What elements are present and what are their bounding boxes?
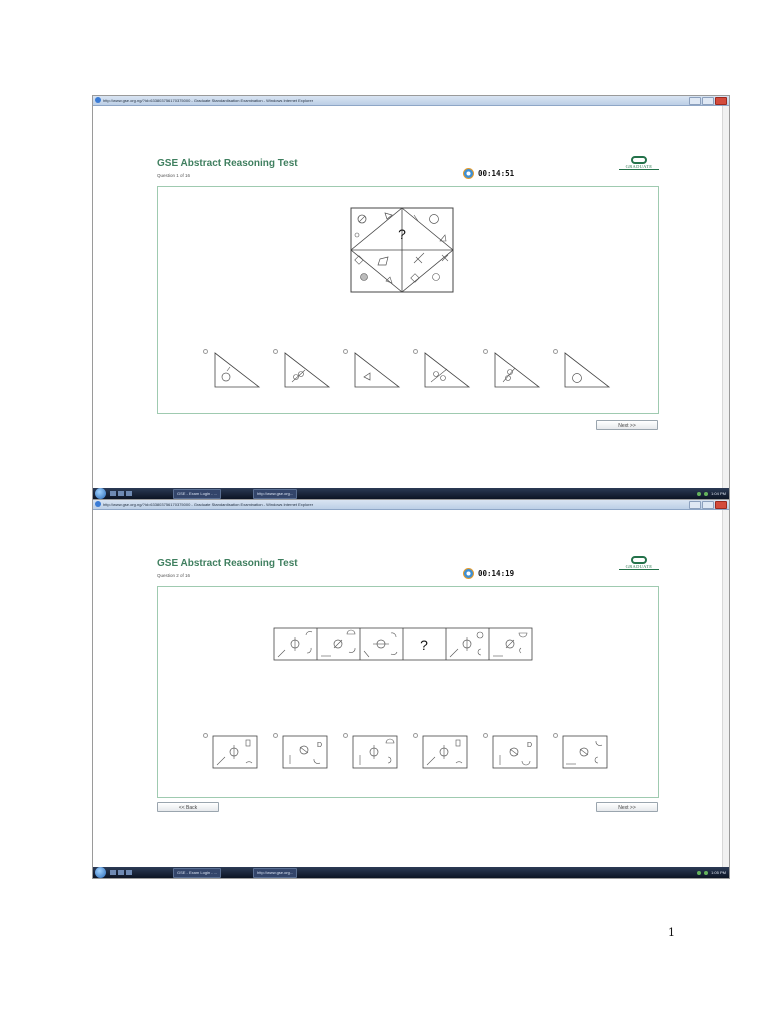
timer-value: 00:14:51 [478, 169, 515, 178]
answer-radio-4[interactable] [413, 349, 418, 354]
ie-icon [95, 501, 101, 507]
app-title: GSE Abstract Reasoning Test [157, 158, 298, 169]
page-number: 1 [668, 926, 675, 939]
gse-logo: GRADUATE [619, 556, 659, 570]
minimize-button[interactable] [689, 501, 701, 509]
network-icon[interactable] [697, 870, 702, 875]
show-desktop-icon[interactable] [110, 491, 116, 496]
screenshot-question-2: http://www.gse.org.ng/?id=63380375617037… [92, 499, 730, 879]
back-button[interactable]: << Back [157, 802, 219, 812]
ie-icon [95, 97, 101, 103]
puzzle-figure: ? [350, 207, 454, 293]
timer: 00:14:19 [463, 568, 514, 579]
answer-radio-3[interactable] [343, 733, 348, 738]
answer-figure-5: D [492, 735, 538, 769]
answer-figure-2: D [282, 735, 328, 769]
answer-radio-2[interactable] [273, 733, 278, 738]
close-button[interactable] [715, 501, 727, 509]
answer-radio-2[interactable] [273, 349, 278, 354]
volume-icon[interactable] [704, 491, 709, 496]
quick-launch [110, 870, 132, 875]
start-button[interactable] [95, 488, 106, 499]
gse-logo-text: GRADUATE [619, 164, 659, 170]
screenshot-question-1: http://www.gse.org.ng/?id=63380375617037… [92, 95, 730, 500]
volume-icon[interactable] [704, 870, 709, 875]
switch-windows-icon[interactable] [118, 491, 124, 496]
ie-quicklaunch-icon[interactable] [126, 491, 132, 496]
browser-title-bar: http://www.gse.org.ng/?id=63380375617037… [93, 96, 729, 106]
switch-windows-icon[interactable] [118, 870, 124, 875]
answer-figure-1 [214, 352, 261, 388]
question-mark: ? [420, 637, 428, 653]
answer-radio-3[interactable] [343, 349, 348, 354]
window-controls [689, 97, 727, 105]
question-counter: Question 2 of 16 [157, 573, 191, 578]
question-counter: Question 1 of 16 [157, 173, 191, 178]
answer-figure-5 [494, 352, 541, 388]
answer-figure-4 [424, 352, 471, 388]
gse-logo-mark [631, 156, 647, 164]
windows-taskbar: GSE - Exam Login - ... http://www.gse.or… [93, 867, 729, 878]
app-title: GSE Abstract Reasoning Test [157, 558, 298, 569]
close-button[interactable] [715, 97, 727, 105]
timer-value: 00:14:19 [478, 569, 515, 578]
quick-launch [110, 491, 132, 496]
network-icon[interactable] [697, 491, 702, 496]
next-button[interactable]: Next >> [596, 420, 658, 430]
gse-logo-text: GRADUATE [619, 564, 659, 570]
browser-title: http://www.gse.org.ng/?id=63380375617037… [103, 502, 314, 507]
svg-text:D: D [317, 742, 322, 749]
answer-figure-1 [212, 735, 258, 769]
answer-radio-5[interactable] [483, 733, 488, 738]
system-tray: 1:05 PM [697, 867, 726, 878]
timer: 00:14:51 [463, 168, 514, 179]
answer-figure-6 [564, 352, 611, 388]
answer-radio-6[interactable] [553, 733, 558, 738]
browser-title-bar: http://www.gse.org.ng/?id=63380375617037… [93, 500, 729, 510]
answer-radio-1[interactable] [203, 349, 208, 354]
browser-title: http://www.gse.org.ng/?id=63380375617037… [103, 98, 314, 103]
sequence-figure: ? [273, 627, 533, 661]
tray-clock[interactable]: 1:05 PM [711, 867, 726, 878]
show-desktop-icon[interactable] [110, 870, 116, 875]
gse-logo: GRADUATE [619, 156, 659, 170]
answer-figure-3 [352, 735, 398, 769]
question-panel: ? [157, 186, 659, 414]
answer-radio-4[interactable] [413, 733, 418, 738]
answer-radio-1[interactable] [203, 733, 208, 738]
clock-icon [463, 168, 474, 179]
answer-figure-6 [562, 735, 608, 769]
taskbar-button-exam-login[interactable]: GSE - Exam Login - ... [173, 489, 222, 499]
taskbar-button-exam-login[interactable]: GSE - Exam Login - ... [173, 868, 222, 878]
question-panel: ? [157, 586, 659, 798]
answer-figure-4 [422, 735, 468, 769]
next-button[interactable]: Next >> [596, 802, 658, 812]
vertical-scrollbar[interactable] [722, 510, 729, 867]
maximize-button[interactable] [702, 97, 714, 105]
vertical-scrollbar[interactable] [722, 106, 729, 488]
taskbar-button-gse-site[interactable]: http://www.gse.org... [253, 868, 298, 878]
tray-clock[interactable]: 1:04 PM [711, 488, 726, 499]
taskbar-button-gse-site[interactable]: http://www.gse.org... [253, 489, 298, 499]
maximize-button[interactable] [702, 501, 714, 509]
window-controls [689, 501, 727, 509]
windows-taskbar: GSE - Exam Login - ... http://www.gse.or… [93, 488, 729, 499]
answer-radio-5[interactable] [483, 349, 488, 354]
ie-quicklaunch-icon[interactable] [126, 870, 132, 875]
minimize-button[interactable] [689, 97, 701, 105]
start-button[interactable] [95, 867, 106, 878]
answer-radio-6[interactable] [553, 349, 558, 354]
question-mark: ? [398, 226, 406, 242]
system-tray: 1:04 PM [697, 488, 726, 499]
svg-text:D: D [527, 742, 532, 749]
gse-logo-mark [631, 556, 647, 564]
answer-figure-3 [354, 352, 401, 388]
answer-figure-2 [284, 352, 331, 388]
clock-icon [463, 568, 474, 579]
